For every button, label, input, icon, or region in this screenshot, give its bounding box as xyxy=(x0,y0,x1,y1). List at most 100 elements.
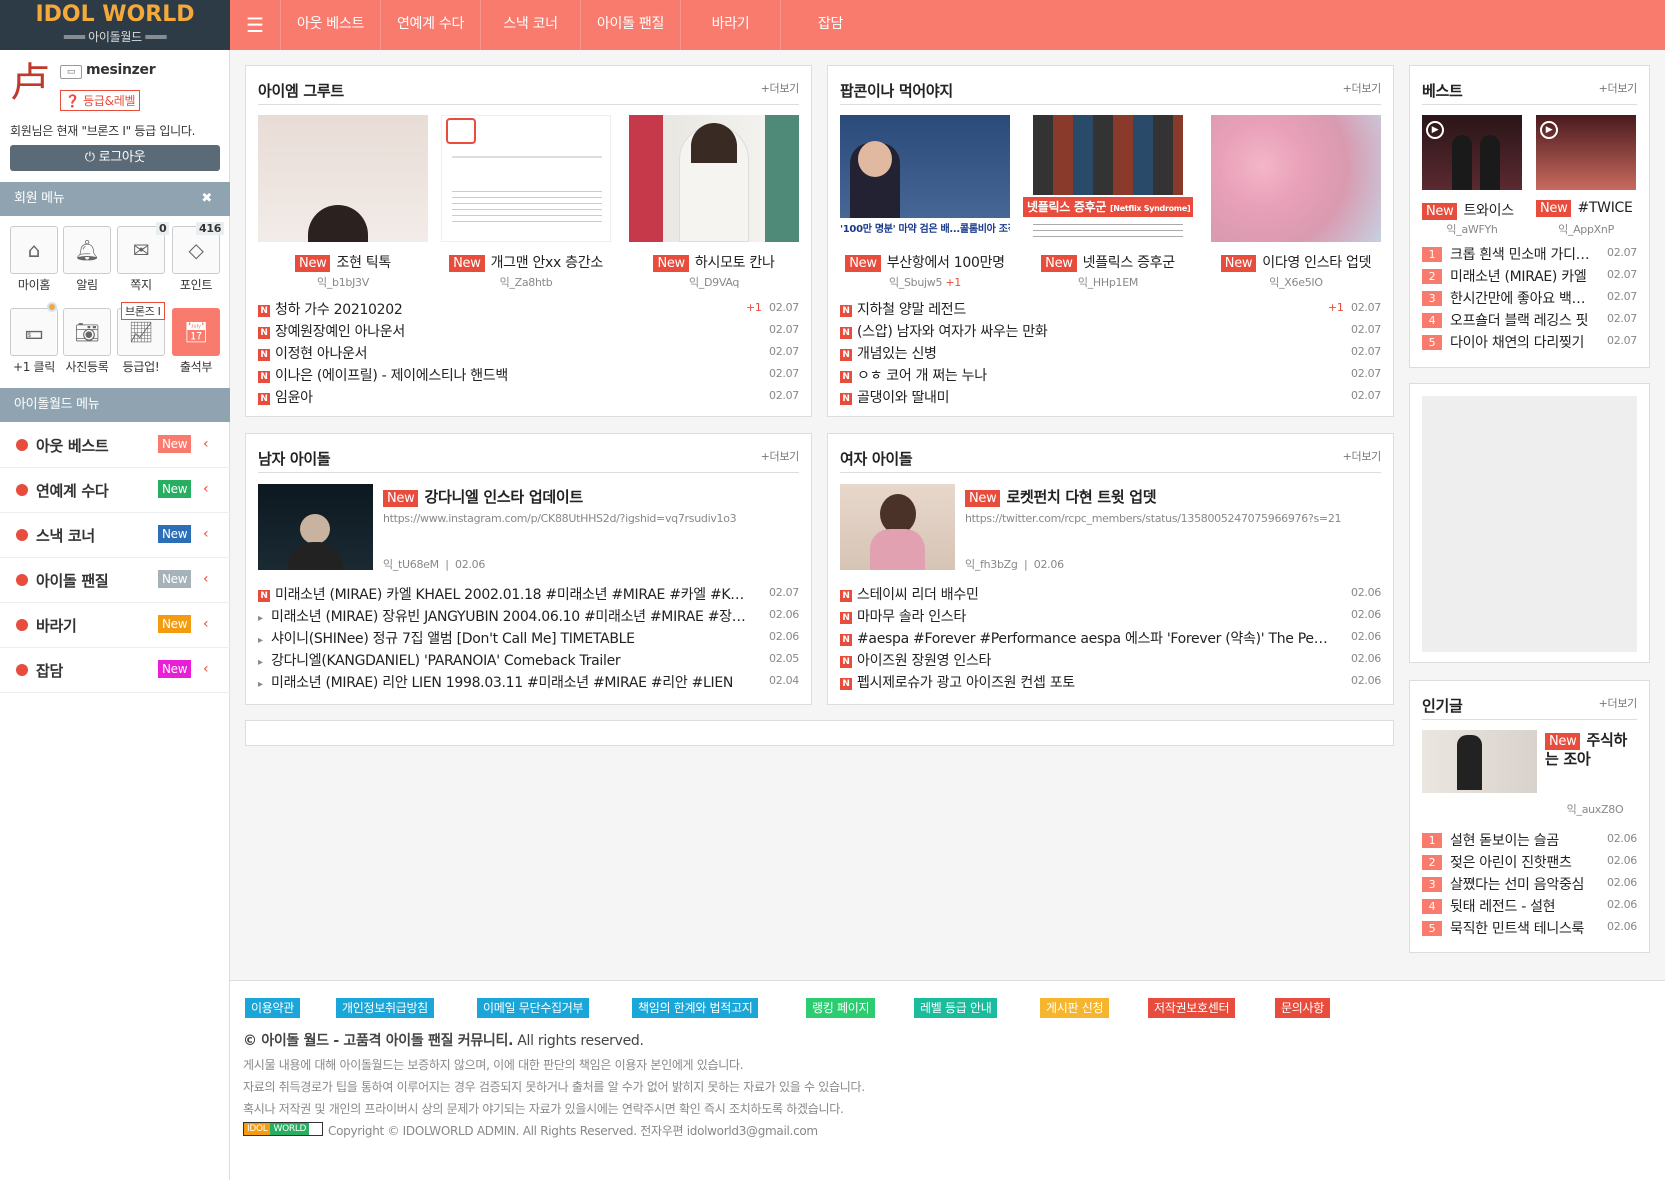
feature-thumbnail[interactable] xyxy=(258,484,373,570)
footer-link-ranking[interactable]: 랭킹 페이지 xyxy=(806,998,876,1018)
camera-icon[interactable]: 📷︎ xyxy=(63,308,111,356)
sidebar-item-chat[interactable]: 잡담 New ‹ xyxy=(0,648,230,693)
list-date: 02.07 xyxy=(769,345,799,358)
thumbnail-image[interactable] xyxy=(629,115,799,242)
panel-title: 남자 아이돌 xyxy=(258,450,331,468)
footer-link-board[interactable]: 게시판 신청 xyxy=(1040,998,1110,1018)
logout-button[interactable]: ⏻ 로그아웃 xyxy=(10,145,220,171)
list-item[interactable]: ▸ 강다니엘(KANGDANIEL) 'PARANOIA' Comeback Tr… xyxy=(258,650,748,670)
footer-link-contact[interactable]: 문의사항 xyxy=(1275,998,1330,1018)
footer-link-email[interactable]: 이메일 무단수집거부 xyxy=(477,998,590,1018)
money-icon[interactable]: 💵︎ xyxy=(10,308,58,356)
user-badge-icon: ▭ xyxy=(60,65,82,79)
list-date: 02.07 xyxy=(1607,246,1637,259)
card-title[interactable]: New 이다영 인스타 업뎃 xyxy=(1211,252,1381,272)
video-thumbnail[interactable]: ▶ xyxy=(1422,115,1522,190)
close-icon[interactable]: ✖ xyxy=(201,182,212,216)
footer-link-terms[interactable]: 이용약관 xyxy=(245,998,300,1018)
card-title[interactable]: New 하시모토 칸나 xyxy=(629,252,799,272)
ranked-item[interactable]: 2 젖은 아린이 진핫팬츠 xyxy=(1422,852,1592,872)
feature-url[interactable]: https://twitter.com/rcpc_members/status/… xyxy=(965,512,1375,525)
sidebar-item-wish[interactable]: 바라기 New ‹ xyxy=(0,603,230,648)
card-title[interactable]: New 트와이스 xyxy=(1422,200,1522,220)
card-title[interactable]: New 개그맨 안xx 층간소 xyxy=(441,252,611,272)
nav-item-5[interactable]: 잡담 xyxy=(780,0,880,50)
panel-title: 인기글 xyxy=(1422,697,1463,715)
video-thumbnail[interactable]: ▶ xyxy=(1536,115,1636,190)
level-link[interactable]: ❓ 등급&레벨 xyxy=(60,90,141,111)
nav-item-2[interactable]: 스낵 코너 xyxy=(480,0,580,50)
feature-title[interactable]: New 로켓펀치 다현 트윗 업뎃 xyxy=(965,486,1375,507)
ranked-item[interactable]: 1크롭 흰색 민소매 가디건 쯔위 xyxy=(1422,244,1592,264)
ranked-item[interactable]: 1 설현 돋보이는 슬곰 xyxy=(1422,830,1592,850)
sidebar-item-talk[interactable]: 연예계 수다 New ‹ xyxy=(0,468,230,513)
thumbnail-image[interactable]: 넷플릭스 증후군 [Netflix Syndrome] xyxy=(1023,115,1193,242)
list-item[interactable]: N 펩시제로슈가 광고 아이즈원 컨셉 포토 xyxy=(840,672,1330,692)
feature-thumbnail[interactable] xyxy=(840,484,955,570)
more-link[interactable]: +더보기 xyxy=(761,448,800,464)
card-title[interactable]: New #TWICE xyxy=(1536,200,1636,217)
list-item[interactable]: N #aespa #Forever #Performance aespa 에스파 … xyxy=(840,628,1330,648)
sidebar-item-fan[interactable]: 아이돌 팬질 New ‹ xyxy=(0,558,230,603)
list-item[interactable]: N 미래소년 (MIRAE) 카엘 KHAEL 2002.01.18 #미래소년 … xyxy=(258,584,748,604)
calendar-check-icon[interactable]: 📅︎ xyxy=(172,308,220,356)
thumbnail-image[interactable] xyxy=(1211,115,1381,242)
list-item[interactable]: N 이정현 아나운서 xyxy=(258,343,758,363)
footer-link-copyright[interactable]: 저작권보호센터 xyxy=(1148,998,1236,1018)
sidebar-item-best[interactable]: 아웃 베스트 New ‹ xyxy=(0,423,230,468)
ranked-item[interactable]: 2 미래소년 (MIRAE) 카엘 xyxy=(1422,266,1592,286)
hamburger-menu-icon[interactable]: ☰ xyxy=(230,0,280,50)
list-item[interactable]: N 아이즈원 장원영 인스타 xyxy=(840,650,1330,670)
ranked-item[interactable]: 5 묵직한 민트색 테니스룩 xyxy=(1422,918,1592,938)
list-item[interactable]: N 임윤아 xyxy=(258,387,758,407)
list-item[interactable]: N 청하 가수 20210202 xyxy=(258,299,728,319)
home-icon[interactable]: ⌂ xyxy=(10,226,58,274)
nav-item-1[interactable]: 연예계 수다 xyxy=(380,0,480,50)
panel-groot: 아이엠 그루트 +더보기 New 조현 틱톡 익_b1bJ3V New 개그맨 안x… xyxy=(245,65,812,417)
feature-title[interactable]: New 강다니엘 인스타 업데이트 xyxy=(383,486,793,507)
list-item[interactable]: ▸ 미래소년 (MIRAE) 장유빈 JANGYUBIN 2004.06.10 #… xyxy=(258,606,748,626)
list-item[interactable]: N 지하철 양말 레전드 xyxy=(840,299,1310,319)
nav-item-4[interactable]: 바라기 xyxy=(680,0,780,50)
list-item[interactable]: N ㅇㅎ 코어 개 쩌는 누나 xyxy=(840,365,1340,385)
thumbnail-image[interactable] xyxy=(441,115,611,242)
ranked-item[interactable]: 4 오프숄더 블랙 레깅스 핏 xyxy=(1422,310,1592,330)
feature-title[interactable]: New 주식하는 조아 xyxy=(1545,731,1640,769)
bell-icon[interactable]: 🔔︎ xyxy=(63,226,111,274)
thumbnail-image[interactable] xyxy=(258,115,428,242)
feature-thumbnail[interactable] xyxy=(1422,730,1537,793)
card-title[interactable]: New 조현 틱톡 xyxy=(258,252,428,272)
list-item[interactable]: N 골댕이와 딸내미 xyxy=(840,387,1340,407)
more-link[interactable]: +더보기 xyxy=(1599,80,1638,96)
site-logo[interactable]: IDOL WORLD ═══ 아이돌월드 ═══ xyxy=(0,0,230,50)
list-item[interactable]: N 스테이씨 리더 배수민 xyxy=(840,584,1330,604)
footer-link-legal[interactable]: 책임의 한계와 법적고지 xyxy=(632,998,759,1018)
nav-item-3[interactable]: 아이돌 팬질 xyxy=(580,0,680,50)
more-link[interactable]: +더보기 xyxy=(1343,80,1382,96)
list-item[interactable]: ▸ 미래소년 (MIRAE) 리안 LIEN 1998.03.11 #미래소년 #… xyxy=(258,672,748,692)
ranked-item[interactable]: 5 다이아 채연의 다리찢기 xyxy=(1422,332,1592,352)
more-link[interactable]: +더보기 xyxy=(1343,448,1382,464)
ranked-item[interactable]: 4 뒷태 레전드 - 설현 xyxy=(1422,896,1592,916)
thumbnail-image[interactable]: '100만 명분' 마약 검은 배...콜롬비아 조직의 것? xyxy=(840,115,1010,242)
more-link[interactable]: +더보기 xyxy=(761,80,800,96)
nav-item-0[interactable]: 아웃 베스트 xyxy=(280,0,380,50)
list-item[interactable]: ▸ 샤이니(SHINee) 정규 7집 앨범 [Don't Call Me] TI… xyxy=(258,628,748,648)
sidebar-item-snack[interactable]: 스낵 코너 New ‹ xyxy=(0,513,230,558)
list-item[interactable]: N (스압) 남자와 여자가 싸우는 만화 xyxy=(840,321,1340,341)
ranked-item[interactable]: 3 한시간만에 좋아요 백만개 xyxy=(1422,288,1592,308)
footer-link-level[interactable]: 레벨 등급 안내 xyxy=(914,998,998,1018)
more-link[interactable]: +더보기 xyxy=(1599,695,1638,711)
ranked-item[interactable]: 3 살쪘다는 선미 음악중심 xyxy=(1422,874,1592,894)
list-item[interactable]: N 개념있는 신병 xyxy=(840,343,1340,363)
quick-label-photo: 사진등록 xyxy=(65,360,109,374)
list-date: 02.06 xyxy=(1351,586,1381,599)
list-item[interactable]: N 장예원장예인 아나운서 xyxy=(258,321,758,341)
feature-url[interactable]: https://www.instagram.com/p/CK88UtHHS2d/… xyxy=(383,512,793,525)
card-title[interactable]: New 부산항에서 100만명 xyxy=(840,252,1010,272)
footer-notice-3: 혹시나 저작권 및 개인의 프라이버시 상의 문제가 야기되는 자료가 있을시에… xyxy=(243,1102,844,1116)
footer-link-privacy[interactable]: 개인정보취급방침 xyxy=(336,998,434,1018)
list-item[interactable]: N 이나은 (에이프릴) - 제이에스티나 핸드백 xyxy=(258,365,758,385)
card-title[interactable]: New 넷플릭스 증후군 xyxy=(1023,252,1193,272)
list-item[interactable]: N 마마무 솔라 인스타 xyxy=(840,606,1330,626)
